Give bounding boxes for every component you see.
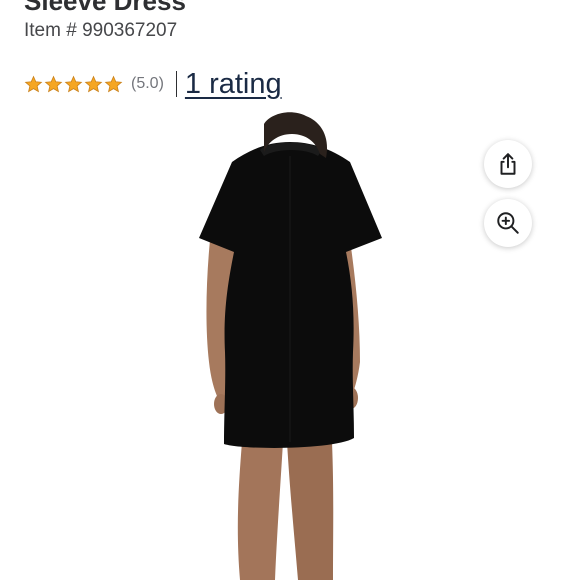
star-icon: [84, 75, 103, 94]
divider: [175, 71, 177, 97]
star-icon: [104, 75, 123, 94]
zoom-button[interactable]: [484, 199, 532, 247]
share-icon: [495, 151, 521, 177]
share-button[interactable]: [484, 140, 532, 188]
rating-summary: (5.0) 1 rating: [24, 66, 282, 102]
zoom-in-icon: [495, 210, 521, 236]
ratings-link[interactable]: 1 rating: [185, 68, 282, 101]
star-icon: [44, 75, 63, 94]
rating-score: (5.0): [131, 75, 164, 92]
star-icon: [64, 75, 83, 94]
star-rating: [24, 75, 123, 94]
item-number: Item # 990367207: [24, 20, 178, 41]
star-icon: [24, 75, 43, 94]
product-title: Sleeve Dress: [24, 0, 186, 16]
